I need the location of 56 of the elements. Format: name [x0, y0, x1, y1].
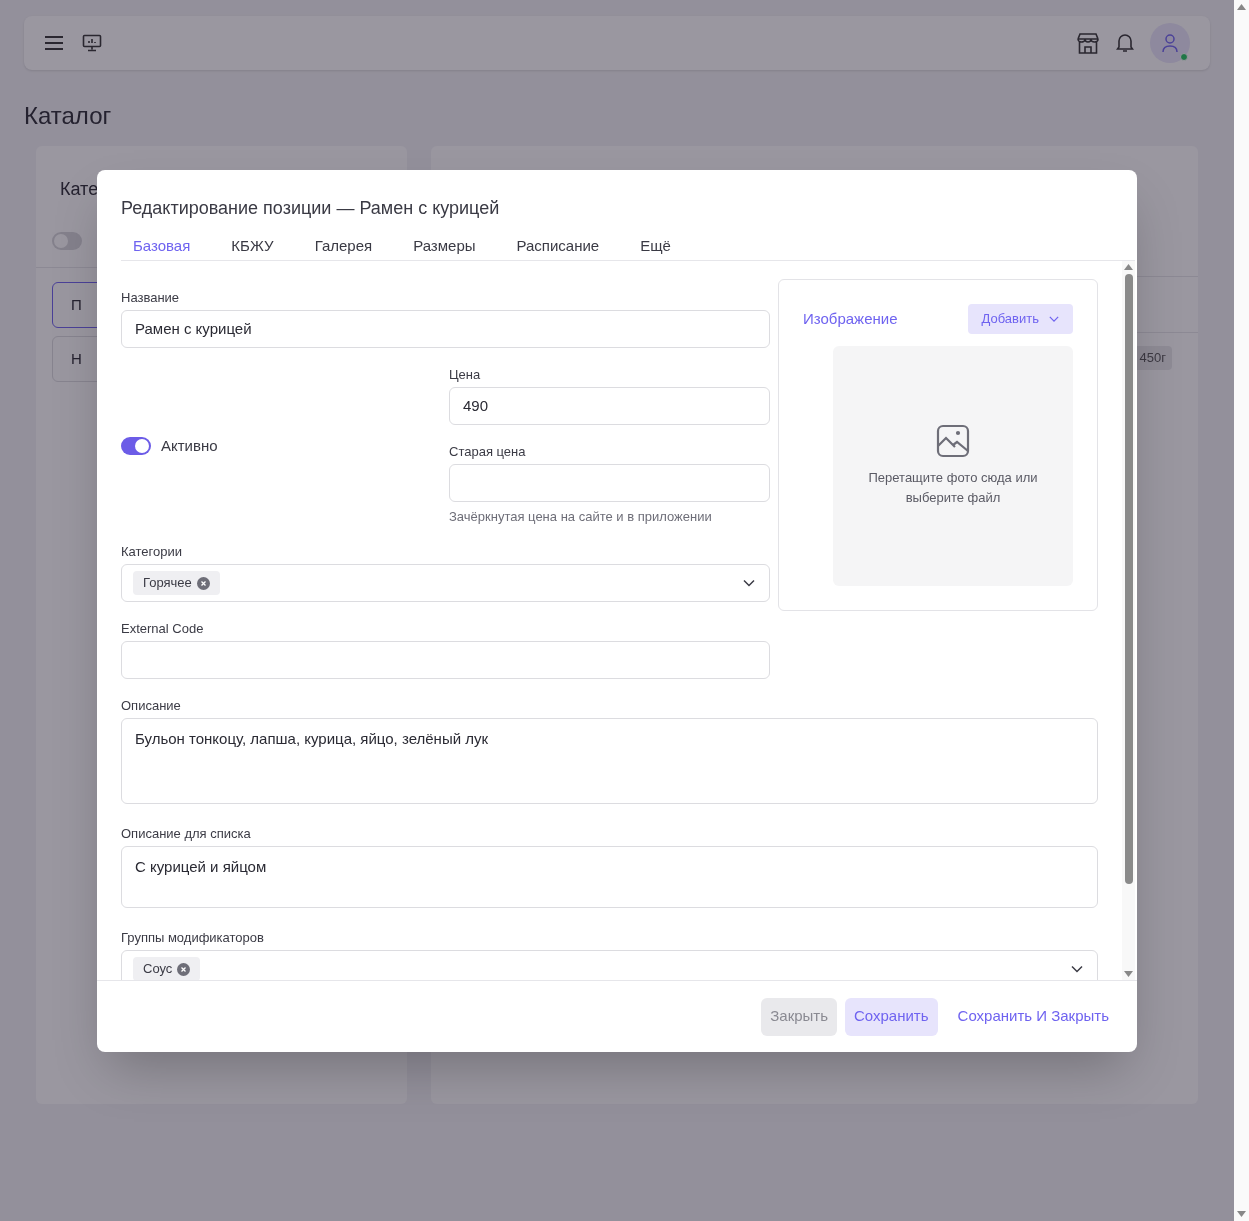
toggle-switch[interactable] [52, 232, 82, 250]
hint-text: Зачёркнутая цена на сайте и в приложении [449, 509, 713, 525]
menu-icon[interactable] [44, 35, 64, 51]
tag: Горячее [133, 571, 220, 595]
panel-title: Изображение [803, 308, 898, 329]
dialog-button[interactable]: Сохранить И Закрыть [945, 997, 1121, 1036]
chevron-down-icon [1071, 965, 1083, 973]
bell-icon[interactable] [1116, 33, 1134, 53]
multi-select[interactable]: Горячее [121, 564, 770, 602]
monitor-icon[interactable] [82, 34, 102, 52]
page-scrollbar[interactable] [1234, 0, 1249, 1221]
toggle-label: Активно [161, 435, 218, 456]
image-icon [936, 424, 970, 458]
scroll-down-icon[interactable] [1237, 1211, 1246, 1217]
tab[interactable]: Размеры [401, 237, 488, 260]
input-field[interactable] [121, 641, 770, 679]
field-label: Описание [121, 698, 182, 714]
tab[interactable]: Галерея [302, 237, 385, 260]
text-area[interactable]: Бульон тонкоцу, лапша, курица, яйцо, зелёный лук [121, 718, 1098, 804]
input-field[interactable]: 490 [449, 387, 770, 425]
scroll-down-icon[interactable] [1124, 971, 1133, 977]
input-field[interactable]: Рамен с курицей [121, 310, 770, 348]
avatar[interactable] [1150, 23, 1190, 63]
online-indicator [1180, 53, 1188, 61]
remove-icon[interactable] [196, 576, 210, 590]
chevron-down-icon [1049, 315, 1059, 323]
image-drop-zone[interactable]: Перетащите фото сюда или выберите файл [833, 346, 1073, 586]
field-label: External Code [121, 621, 205, 637]
store-icon[interactable] [1076, 32, 1100, 54]
tab[interactable]: Базовая [121, 237, 203, 260]
scrollbar[interactable] [1122, 261, 1135, 980]
field-label: Цена [449, 367, 482, 383]
toggle-switch[interactable] [121, 437, 151, 455]
text-area[interactable]: С курицей и яйцом [121, 846, 1098, 908]
page-title: Каталог [24, 101, 113, 131]
field-label: Название [121, 290, 181, 306]
chevron-down-icon [743, 579, 755, 587]
multi-select[interactable]: Соус [121, 950, 1098, 980]
add-button[interactable]: Добавить [967, 304, 1073, 334]
field-label: Старая цена [449, 444, 527, 460]
dialog-title: Редактирование позиции — Рамен с курицей [120, 197, 501, 219]
user-icon [1162, 33, 1178, 53]
card-title: Кате [59, 178, 100, 201]
tab[interactable]: Расписание [504, 237, 612, 260]
field-label: Описание для списка [121, 826, 252, 842]
input-field[interactable] [449, 464, 770, 502]
drop-hint: Перетащите фото сюда или выберите файл [867, 469, 1039, 507]
field-label: Категории [121, 544, 183, 560]
scroll-up-icon[interactable] [1237, 4, 1246, 10]
tab[interactable]: Ещё [628, 237, 683, 260]
dialog-button[interactable]: Сохранить [845, 997, 938, 1036]
tag: Соус [133, 957, 201, 980]
tab[interactable]: КБЖУ [219, 237, 286, 260]
scroll-up-icon[interactable] [1124, 264, 1133, 270]
field-label: Группы модификаторов [121, 930, 265, 946]
remove-icon[interactable] [177, 962, 191, 976]
